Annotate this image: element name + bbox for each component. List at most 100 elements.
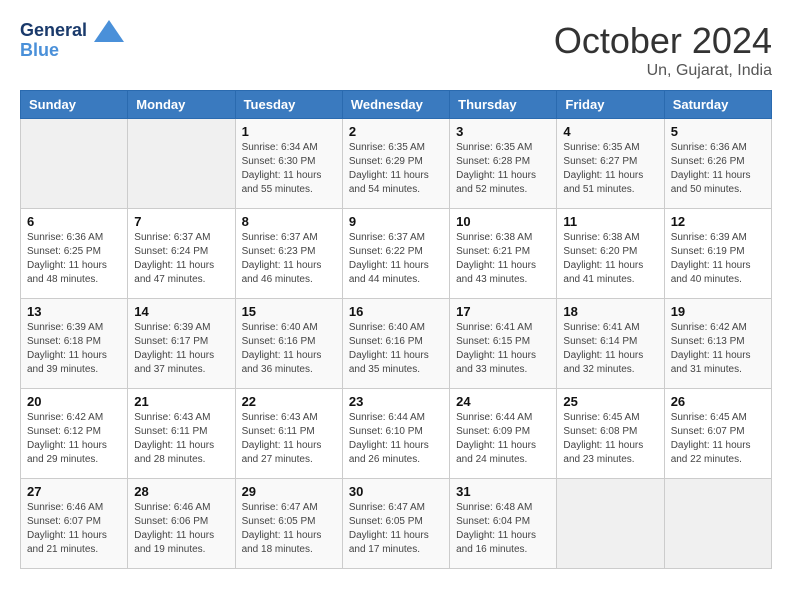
day-number: 19 [671,304,765,319]
day-number: 6 [27,214,121,229]
day-info: Sunrise: 6:41 AM Sunset: 6:14 PM Dayligh… [563,321,657,377]
day-info: Sunrise: 6:37 AM Sunset: 6:22 PM Dayligh… [349,231,443,287]
day-info: Sunrise: 6:39 AM Sunset: 6:18 PM Dayligh… [27,321,121,377]
day-info: Sunrise: 6:45 AM Sunset: 6:07 PM Dayligh… [671,411,765,467]
logo-icon [94,20,124,42]
day-info: Sunrise: 6:42 AM Sunset: 6:12 PM Dayligh… [27,411,121,467]
calendar-cell: 19 Sunrise: 6:42 AM Sunset: 6:13 PM Dayli… [664,299,771,389]
calendar-cell: 12 Sunrise: 6:39 AM Sunset: 6:19 PM Dayli… [664,209,771,299]
calendar-cell: 20 Sunrise: 6:42 AM Sunset: 6:12 PM Dayli… [21,389,128,479]
day-info: Sunrise: 6:42 AM Sunset: 6:13 PM Dayligh… [671,321,765,377]
day-number: 13 [27,304,121,319]
calendar-cell: 8Sunrise: 6:37 AM Sunset: 6:23 PM Daylig… [235,209,342,299]
calendar-cell: 14Sunrise: 6:39 AM Sunset: 6:17 PM Dayli… [128,299,235,389]
weekday-thursday: Thursday [450,91,557,119]
calendar-cell: 28 Sunrise: 6:46 AM Sunset: 6:06 PM Dayli… [128,479,235,569]
weekday-wednesday: Wednesday [342,91,449,119]
logo-blue: Blue [20,40,124,61]
calendar-cell: 27Sunrise: 6:46 AM Sunset: 6:07 PM Dayli… [21,479,128,569]
weekday-sunday: Sunday [21,91,128,119]
day-info: Sunrise: 6:38 AM Sunset: 6:21 PM Dayligh… [456,231,550,287]
weekday-tuesday: Tuesday [235,91,342,119]
day-number: 3 [456,124,550,139]
weekday-header-row: SundayMondayTuesdayWednesdayThursdayFrid… [21,91,772,119]
calendar-cell: 18 Sunrise: 6:41 AM Sunset: 6:14 PM Dayli… [557,299,664,389]
week-row-4: 20 Sunrise: 6:42 AM Sunset: 6:12 PM Dayli… [21,389,772,479]
calendar-body: 1 Sunrise: 6:34 AM Sunset: 6:30 PM Daylig… [21,119,772,569]
day-number: 16 [349,304,443,319]
calendar-cell: 2 Sunrise: 6:35 AM Sunset: 6:29 PM Daylig… [342,119,449,209]
day-number: 26 [671,394,765,409]
calendar-cell: 29 Sunrise: 6:47 AM Sunset: 6:05 PM Dayli… [235,479,342,569]
day-number: 20 [27,394,121,409]
day-info: Sunrise: 6:38 AM Sunset: 6:20 PM Dayligh… [563,231,657,287]
calendar-cell: 26 Sunrise: 6:45 AM Sunset: 6:07 PM Dayli… [664,389,771,479]
day-info: Sunrise: 6:48 AM Sunset: 6:04 PM Dayligh… [456,501,550,557]
day-info: Sunrise: 6:44 AM Sunset: 6:09 PM Dayligh… [456,411,550,467]
day-number: 29 [242,484,336,499]
calendar-cell: 17Sunrise: 6:41 AM Sunset: 6:15 PM Dayli… [450,299,557,389]
calendar-table: SundayMondayTuesdayWednesdayThursdayFrid… [20,90,772,569]
calendar-cell: 7Sunrise: 6:37 AM Sunset: 6:24 PM Daylig… [128,209,235,299]
day-info: Sunrise: 6:43 AM Sunset: 6:11 PM Dayligh… [134,411,228,467]
calendar-cell: 24 Sunrise: 6:44 AM Sunset: 6:09 PM Dayli… [450,389,557,479]
day-number: 11 [563,214,657,229]
logo-text: General [20,20,124,42]
calendar-cell: 4Sunrise: 6:35 AM Sunset: 6:27 PM Daylig… [557,119,664,209]
week-row-1: 1 Sunrise: 6:34 AM Sunset: 6:30 PM Daylig… [21,119,772,209]
day-info: Sunrise: 6:35 AM Sunset: 6:28 PM Dayligh… [456,141,550,197]
day-info: Sunrise: 6:40 AM Sunset: 6:16 PM Dayligh… [242,321,336,377]
calendar-cell [664,479,771,569]
calendar-cell: 25 Sunrise: 6:45 AM Sunset: 6:08 PM Dayli… [557,389,664,479]
day-number: 18 [563,304,657,319]
day-number: 30 [349,484,443,499]
day-number: 24 [456,394,550,409]
day-number: 4 [563,124,657,139]
day-number: 5 [671,124,765,139]
day-info: Sunrise: 6:36 AM Sunset: 6:25 PM Dayligh… [27,231,121,287]
day-number: 21 [134,394,228,409]
calendar-cell: 16Sunrise: 6:40 AM Sunset: 6:16 PM Dayli… [342,299,449,389]
calendar-cell: 21 Sunrise: 6:43 AM Sunset: 6:11 PM Dayli… [128,389,235,479]
calendar-cell: 9 Sunrise: 6:37 AM Sunset: 6:22 PM Daylig… [342,209,449,299]
day-number: 17 [456,304,550,319]
day-number: 12 [671,214,765,229]
calendar-cell: 3 Sunrise: 6:35 AM Sunset: 6:28 PM Daylig… [450,119,557,209]
day-info: Sunrise: 6:46 AM Sunset: 6:06 PM Dayligh… [134,501,228,557]
day-number: 2 [349,124,443,139]
day-info: Sunrise: 6:36 AM Sunset: 6:26 PM Dayligh… [671,141,765,197]
weekday-saturday: Saturday [664,91,771,119]
day-info: Sunrise: 6:34 AM Sunset: 6:30 PM Dayligh… [242,141,336,197]
week-row-2: 6 Sunrise: 6:36 AM Sunset: 6:25 PM Daylig… [21,209,772,299]
day-number: 7 [134,214,228,229]
day-number: 28 [134,484,228,499]
calendar-cell [21,119,128,209]
weekday-monday: Monday [128,91,235,119]
calendar-cell: 15 Sunrise: 6:40 AM Sunset: 6:16 PM Dayli… [235,299,342,389]
day-info: Sunrise: 6:39 AM Sunset: 6:19 PM Dayligh… [671,231,765,287]
day-number: 25 [563,394,657,409]
week-row-5: 27Sunrise: 6:46 AM Sunset: 6:07 PM Dayli… [21,479,772,569]
calendar-cell [557,479,664,569]
calendar-cell: 30Sunrise: 6:47 AM Sunset: 6:05 PM Dayli… [342,479,449,569]
day-info: Sunrise: 6:45 AM Sunset: 6:08 PM Dayligh… [563,411,657,467]
logo: General Blue [20,20,124,61]
page-header: General Blue October 2024 Un, Gujarat, I… [20,20,772,80]
day-number: 15 [242,304,336,319]
day-number: 10 [456,214,550,229]
day-info: Sunrise: 6:35 AM Sunset: 6:29 PM Dayligh… [349,141,443,197]
calendar-cell [128,119,235,209]
calendar-cell: 5 Sunrise: 6:36 AM Sunset: 6:26 PM Daylig… [664,119,771,209]
day-number: 1 [242,124,336,139]
month-title: October 2024 [554,20,772,62]
calendar-cell: 11 Sunrise: 6:38 AM Sunset: 6:20 PM Dayli… [557,209,664,299]
title-block: October 2024 Un, Gujarat, India [554,20,772,80]
day-info: Sunrise: 6:37 AM Sunset: 6:23 PM Dayligh… [242,231,336,287]
day-number: 23 [349,394,443,409]
day-info: Sunrise: 6:47 AM Sunset: 6:05 PM Dayligh… [242,501,336,557]
day-number: 22 [242,394,336,409]
day-number: 9 [349,214,443,229]
calendar-cell: 13 Sunrise: 6:39 AM Sunset: 6:18 PM Dayli… [21,299,128,389]
day-number: 27 [27,484,121,499]
day-number: 14 [134,304,228,319]
